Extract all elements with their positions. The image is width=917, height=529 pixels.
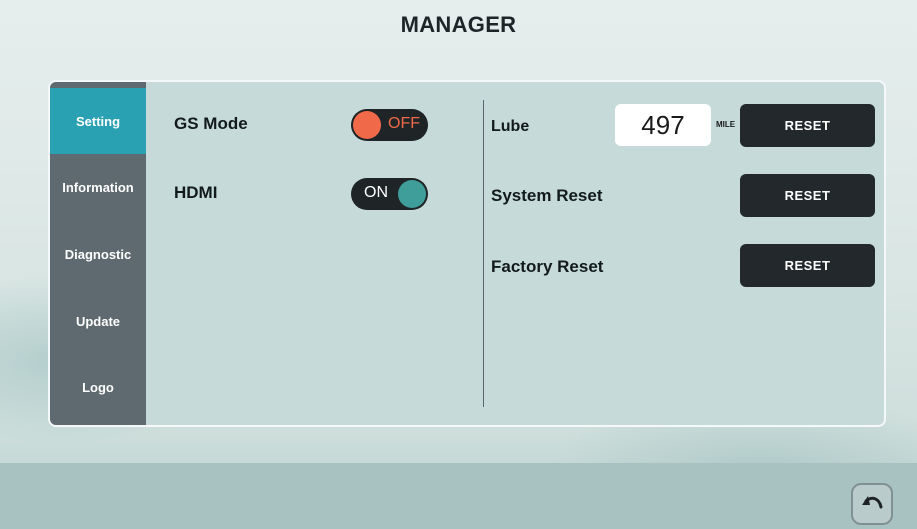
factory-reset-label: Factory Reset [491,257,604,276]
column-divider [483,100,484,407]
manager-screen: MANAGER Setting Information Diagnostic U… [0,0,917,529]
factory-reset-button[interactable]: RESET [740,244,875,287]
sidebar-item-information[interactable]: Information [50,154,146,220]
undo-arrow-icon [862,496,883,509]
lube-reset-button[interactable]: RESET [740,104,875,147]
lube-label: Lube [491,118,530,135]
hdmi-state: ON [364,184,388,201]
gs-mode-toggle[interactable]: OFF [351,109,428,141]
system-reset-label: System Reset [491,186,603,205]
footer-bar [0,463,917,529]
lube-value: 497 [615,104,711,146]
sidebar-item-update[interactable]: Update [50,288,146,354]
toggle-knob [353,111,381,139]
sidebar-item-setting[interactable]: Setting [50,88,146,154]
sidebar-item-logo[interactable]: Logo [50,354,146,420]
sidebar: Setting Information Diagnostic Update Lo… [50,82,146,425]
gs-mode-state: OFF [388,115,420,132]
lube-unit: MILE [716,120,736,129]
sidebar-item-diagnostic[interactable]: Diagnostic [50,221,146,287]
toggle-knob [398,180,426,208]
settings-panel: Setting Information Diagnostic Update Lo… [48,80,886,427]
hdmi-toggle[interactable]: ON [351,178,428,210]
page-title: MANAGER [400,12,517,37]
back-button[interactable] [851,483,893,525]
hdmi-label: HDMI [174,183,218,202]
gs-mode-label: GS Mode [174,114,248,133]
system-reset-button[interactable]: RESET [740,174,875,217]
